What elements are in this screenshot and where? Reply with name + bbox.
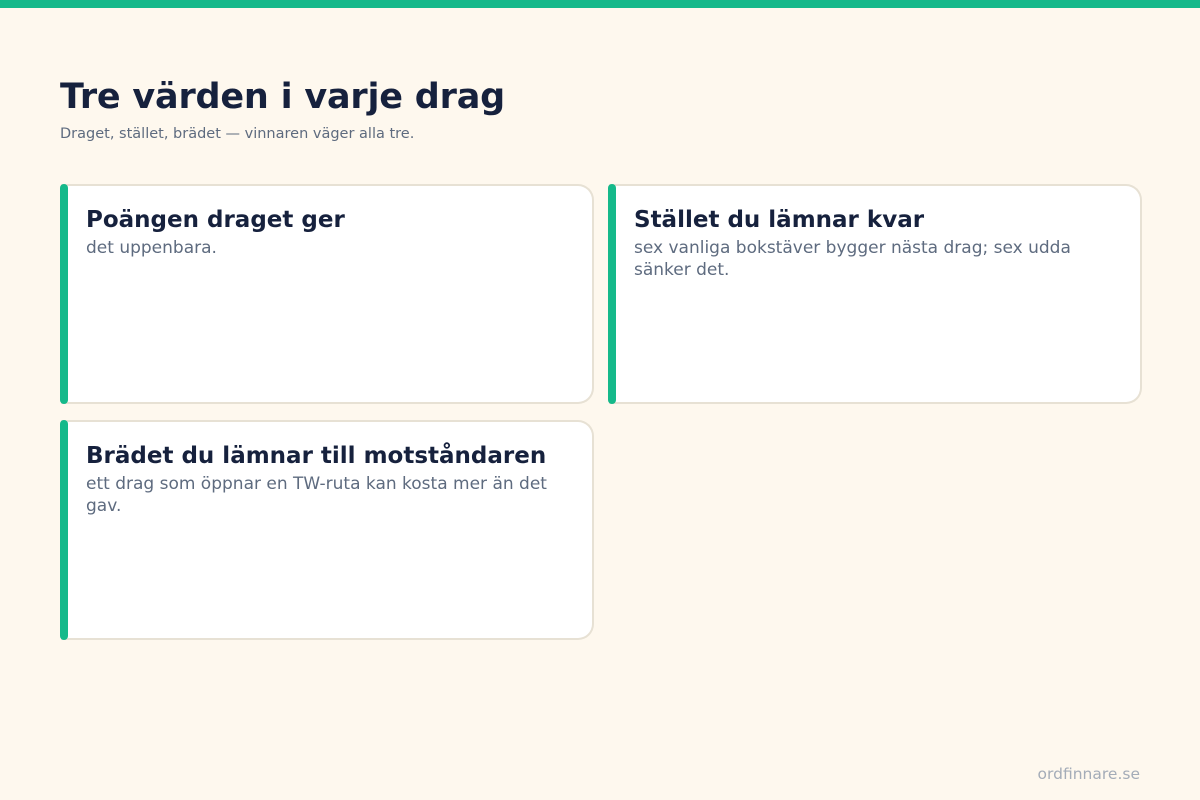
card-text: ett drag som öppnar en TW-ruta kan kosta… (86, 474, 547, 516)
card-text: sex vanliga bokstäver bygger nästa drag;… (634, 238, 1071, 280)
top-accent-bar (0, 0, 1200, 8)
card-heading: Poängen draget ger (86, 207, 345, 233)
footer-site-label: ordfinnare.se (1037, 765, 1140, 783)
card-accent-stripe (608, 184, 616, 404)
card-heading: Brädet du lämnar till motståndaren (86, 443, 547, 469)
card-accent-stripe (60, 420, 68, 640)
page-header: Tre värden i varje drag Draget, stället,… (60, 76, 1140, 145)
card-heading: Stället du lämnar kvar (634, 207, 925, 233)
card-text: det uppenbara. (86, 238, 217, 258)
page-title: Tre värden i varje drag (60, 77, 505, 117)
value-card-rack: Stället du lämnar kvar sex vanliga bokst… (608, 184, 1142, 404)
value-card-board: Brädet du lämnar till motståndaren ett d… (60, 420, 594, 640)
card-accent-stripe (60, 184, 68, 404)
value-card-points: Poängen draget ger det uppenbara. (60, 184, 594, 404)
page-subtitle: Draget, stället, brädet — vinnaren väger… (60, 126, 415, 142)
